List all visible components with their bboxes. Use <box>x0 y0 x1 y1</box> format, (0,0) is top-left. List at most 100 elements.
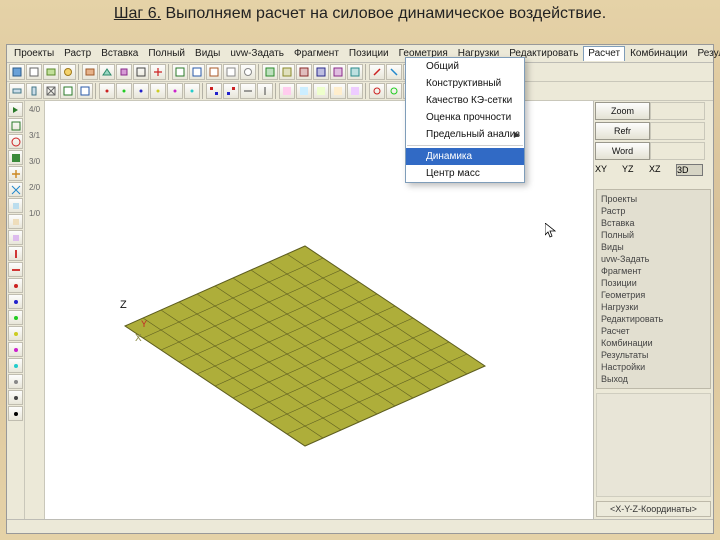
right-menu-item[interactable]: Настройки <box>601 361 706 373</box>
left-tool-icon[interactable] <box>8 358 23 373</box>
tool-icon[interactable] <box>9 64 25 80</box>
left-tool-icon[interactable] <box>8 326 23 341</box>
tool-icon[interactable] <box>262 64 278 80</box>
tool-icon[interactable] <box>296 64 312 80</box>
left-tool-icon[interactable] <box>8 374 23 389</box>
left-tool-icon[interactable] <box>8 294 23 309</box>
left-tool-icon[interactable] <box>8 182 23 197</box>
tool-icon[interactable] <box>347 83 363 99</box>
left-tool-icon[interactable] <box>8 278 23 293</box>
menu-views[interactable]: Виды <box>190 46 225 61</box>
menu-raster[interactable]: Растр <box>59 46 96 61</box>
tool-icon[interactable] <box>330 64 346 80</box>
left-tool-icon[interactable] <box>8 134 23 149</box>
view-3d[interactable]: 3D <box>676 164 703 176</box>
tool-icon[interactable] <box>386 64 402 80</box>
tool-icon[interactable] <box>240 83 256 99</box>
tool-icon[interactable] <box>26 83 42 99</box>
tool-icon[interactable] <box>43 83 59 99</box>
tool-icon[interactable] <box>133 64 149 80</box>
refresh-button[interactable]: Refr <box>595 122 650 140</box>
word-button[interactable]: Word <box>595 142 650 160</box>
left-tool-icon[interactable] <box>8 310 23 325</box>
calc-item-dynamics[interactable]: Динамика <box>406 148 524 165</box>
menu-calc[interactable]: Расчет <box>583 46 625 61</box>
tool-icon[interactable] <box>313 83 329 99</box>
tool-icon[interactable] <box>279 83 295 99</box>
left-tool-icon[interactable] <box>8 342 23 357</box>
tool-icon[interactable] <box>150 83 166 99</box>
zoom-button[interactable]: Zoom <box>595 102 650 120</box>
menu-results[interactable]: Результаты <box>693 46 720 61</box>
calc-item-strength[interactable]: Оценка прочности <box>406 109 524 126</box>
tool-icon[interactable] <box>369 83 385 99</box>
right-menu-item[interactable]: Растр <box>601 205 706 217</box>
right-menu-item[interactable]: Геометрия <box>601 289 706 301</box>
right-menu-item[interactable]: Полный <box>601 229 706 241</box>
tool-icon[interactable] <box>206 83 222 99</box>
tool-icon[interactable] <box>99 64 115 80</box>
tool-icon[interactable] <box>60 83 76 99</box>
left-tool-icon[interactable] <box>8 150 23 165</box>
right-menu-item[interactable]: Проекты <box>601 193 706 205</box>
right-menu-item[interactable]: Выход <box>601 373 706 385</box>
tool-icon[interactable] <box>133 83 149 99</box>
right-menu-item[interactable]: Вставка <box>601 217 706 229</box>
menu-positions[interactable]: Позиции <box>344 46 394 61</box>
tool-icon[interactable] <box>116 64 132 80</box>
tool-icon[interactable] <box>223 64 239 80</box>
calc-item-construct[interactable]: Конструктивный <box>406 75 524 92</box>
right-menu-item[interactable]: Расчет <box>601 325 706 337</box>
tool-icon[interactable] <box>150 64 166 80</box>
right-menu-item[interactable]: Нагрузки <box>601 301 706 313</box>
tool-icon[interactable] <box>330 83 346 99</box>
right-menu-item[interactable]: Комбинации <box>601 337 706 349</box>
left-tool-icon[interactable] <box>8 198 23 213</box>
left-tool-icon[interactable] <box>8 166 23 181</box>
right-menu-item[interactable]: Редактировать <box>601 313 706 325</box>
calc-item-general[interactable]: Общий <box>406 58 524 75</box>
right-menu-item[interactable]: Виды <box>601 241 706 253</box>
left-tool-icon[interactable] <box>8 246 23 261</box>
left-tool-icon[interactable] <box>8 262 23 277</box>
tool-icon[interactable] <box>184 83 200 99</box>
tool-icon[interactable] <box>116 83 132 99</box>
tool-icon[interactable] <box>240 64 256 80</box>
right-menu-item[interactable]: uvw-Задать <box>601 253 706 265</box>
tool-icon[interactable] <box>313 64 329 80</box>
menu-full[interactable]: Полный <box>143 46 190 61</box>
tool-icon[interactable] <box>43 64 59 80</box>
word-blank-button[interactable] <box>650 142 705 160</box>
left-tool-icon[interactable] <box>8 230 23 245</box>
tool-icon[interactable] <box>26 64 42 80</box>
menu-projects[interactable]: Проекты <box>9 46 59 61</box>
view-xz[interactable]: XZ <box>649 164 676 176</box>
tool-icon[interactable] <box>172 64 188 80</box>
left-tool-icon[interactable] <box>8 118 23 133</box>
menu-uvw[interactable]: uvw-Задать <box>225 46 289 61</box>
tool-icon[interactable] <box>369 64 385 80</box>
tool-icon[interactable] <box>257 83 273 99</box>
tool-icon[interactable] <box>189 64 205 80</box>
view-yz[interactable]: YZ <box>622 164 649 176</box>
tool-icon[interactable] <box>279 64 295 80</box>
tool-icon[interactable] <box>9 83 25 99</box>
calc-item-limit[interactable]: Предельный анализ▶ <box>406 126 524 143</box>
tool-icon[interactable] <box>82 64 98 80</box>
right-menu-item[interactable]: Позиции <box>601 277 706 289</box>
tool-icon[interactable] <box>223 83 239 99</box>
tool-icon[interactable] <box>296 83 312 99</box>
calc-item-mass-center[interactable]: Центр масс <box>406 165 524 182</box>
left-tool-icon[interactable] <box>8 406 23 421</box>
right-menu-item[interactable]: Фрагмент <box>601 265 706 277</box>
right-menu-item[interactable]: Результаты <box>601 349 706 361</box>
tool-icon[interactable] <box>347 64 363 80</box>
tool-icon[interactable] <box>60 64 76 80</box>
tool-icon[interactable] <box>77 83 93 99</box>
left-tool-icon[interactable] <box>8 102 23 117</box>
calc-item-mesh-q[interactable]: Качество КЭ-сетки <box>406 92 524 109</box>
zoom-blank-button[interactable] <box>650 102 705 120</box>
tool-icon[interactable] <box>386 83 402 99</box>
menu-combinations[interactable]: Комбинации <box>625 46 692 61</box>
refresh-blank-button[interactable] <box>650 122 705 140</box>
